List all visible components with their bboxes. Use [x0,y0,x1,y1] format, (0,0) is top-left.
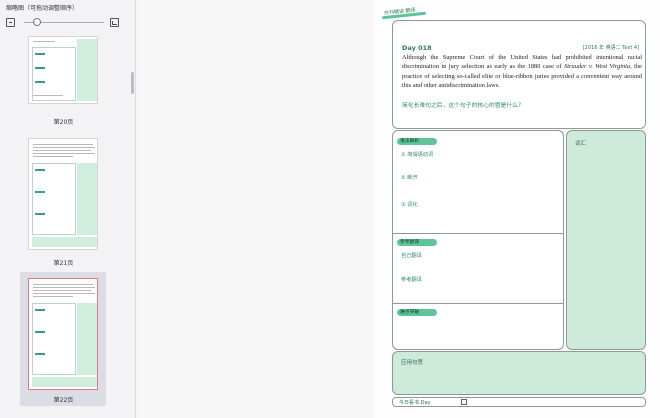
document-page: 外刊精读·翻译 Day 018 [2016 年 英语二 Text 4] Alth… [374,0,660,418]
analysis-item-1: ① 简谓语动词 [401,152,434,158]
sentence-box: Day 018 [2016 年 英语二 Text 4] Although the… [392,20,646,129]
thumbnail-label-20: 第20页 [53,119,74,126]
vocab-label: 词汇 [575,141,587,147]
footer-checkbox[interactable] [461,399,467,405]
zoom-slider-thumb[interactable] [33,18,41,26]
section-divider [393,303,563,304]
day-label: Day 018 [402,44,432,52]
case-name: Strauder v. West Virginia [564,63,631,71]
source-label: [2016 年 英语二 Text 4] [582,45,639,51]
footer-text: 今日看书 Day [399,400,431,406]
document-view[interactable]: 外刊精读·翻译 Day 018 [2016 年 英语二 Text 4] Alth… [137,0,660,418]
panel-title: 缩略图（可拖动调整顺序） [6,5,79,12]
translation-tag: 参考翻译 [397,239,437,246]
zoom-in-icon[interactable] [110,18,119,27]
section-divider [393,233,563,234]
analysis-tag: 语法解析 [397,138,437,145]
zoom-out-icon[interactable] [6,18,15,27]
analysis-box: 语法解析 ① 简谓语动词 ② 断开 ③ 词化 参考翻译 自己翻译 参考翻译 难点… [392,130,564,350]
question-text: 简化长难句之后，这个句子的核心的冒是什么？ [402,103,524,109]
page-footer: 今日看书 Day [392,397,646,407]
thumbnail-panel: 缩略图（可拖动调整顺序） 第20页 第21页 第22页 [0,0,136,418]
reference-translation-label: 参考翻译 [401,277,422,283]
sketch-label: 应用句思 [401,360,424,366]
thumbnail-label-21: 第21页 [53,260,74,267]
app-window: 缩略图（可拖动调整顺序） 第20页 第21页 第22页 外刊精读·翻译 Day … [0,0,660,418]
sketch-box: 应用句思 [392,351,646,395]
vocab-panel: 词汇 [566,130,646,350]
zoom-control [6,17,122,29]
analysis-item-3: ③ 词化 [401,202,418,208]
analysis-item-2: ② 断开 [401,175,418,181]
thumbnail-page-20[interactable] [28,36,98,104]
thumbnail-page-22[interactable] [28,278,98,390]
discussion-tag: 难点突破 [397,309,437,316]
thumbnail-label-22: 第22页 [53,397,74,404]
thumbnail-scrollbar[interactable] [131,72,134,94]
english-sentence: Although the Supreme Court of the United… [402,53,642,91]
own-translation-label: 自己翻译 [401,253,422,259]
thumbnail-page-21[interactable] [28,138,98,250]
